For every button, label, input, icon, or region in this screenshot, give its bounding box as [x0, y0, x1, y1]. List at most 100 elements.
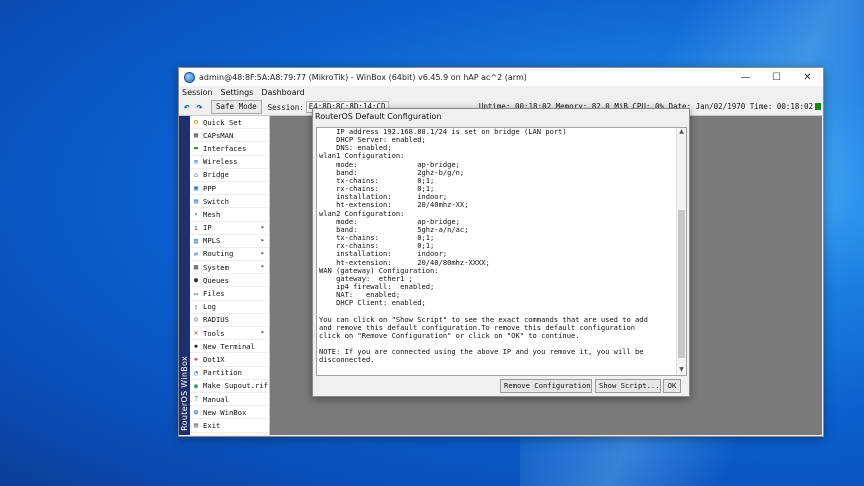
remove-configuration-button[interactable]: Remove Configuration	[500, 379, 592, 393]
sidebar-item-label: Log	[203, 302, 216, 312]
queues-icon: ●	[193, 276, 199, 285]
sidebar-item-label: PPP	[203, 183, 216, 193]
routing-icon: ⇄	[193, 249, 199, 258]
ip-icon: ı	[193, 223, 199, 232]
dialog-title: RouterOS Default Configuration	[315, 112, 442, 121]
sidebar-item-ppp[interactable]: ▣ PPP	[190, 182, 269, 196]
wireless-icon: ≋	[193, 157, 199, 166]
mesh-icon: ✦	[193, 210, 199, 219]
sidebar-item-label: New Terminal	[203, 341, 255, 351]
sidebar-item-label: Partition	[203, 368, 242, 378]
vertical-scrollbar[interactable]: ▲ ▼	[676, 128, 686, 375]
sidebar-item-switch[interactable]: ▤ Switch	[190, 195, 269, 209]
session-label: Session:	[267, 102, 304, 112]
window-title: admin@48:8F:5A:A8:79:77 (MikroTik) - Win…	[199, 72, 527, 82]
show-script-button[interactable]: Show Script...	[595, 379, 661, 393]
sidebar-item-ip[interactable]: ı IP ▸	[190, 222, 269, 235]
submenu-arrow-icon: ▸	[260, 248, 265, 257]
default-config-dialog: RouterOS Default Configuration IP addres…	[312, 108, 690, 397]
undo-icon[interactable]: ↶	[181, 102, 192, 113]
quick-set-icon: ⚙	[193, 118, 199, 127]
system-icon: ▩	[193, 263, 199, 272]
submenu-arrow-icon: ▸	[260, 328, 265, 336]
interfaces-icon: ▬	[193, 144, 199, 153]
sidebar-item-new-terminal[interactable]: ▪ New Terminal	[190, 340, 269, 354]
scroll-up-icon[interactable]: ▲	[677, 128, 686, 137]
winbox-app-icon	[184, 71, 195, 83]
capsman-icon: ▦	[193, 131, 199, 140]
scroll-down-icon[interactable]: ▼	[677, 366, 686, 375]
safe-mode-button[interactable]: Safe Mode	[211, 100, 262, 114]
sidebar-item-interfaces[interactable]: ▬ Interfaces	[190, 142, 269, 156]
sidebar-item-radius[interactable]: ☺ RADIUS	[190, 314, 269, 327]
sidebar-item-label: Tools	[203, 328, 225, 338]
new-winbox-icon: ◍	[193, 408, 199, 417]
submenu-arrow-icon: ▸	[260, 222, 265, 231]
sidebar-item-label: Dot1X	[203, 354, 225, 364]
supout-icon: ◉	[193, 381, 199, 390]
ok-button[interactable]: OK	[663, 379, 681, 393]
tools-icon: ✕	[193, 329, 199, 338]
files-icon: ▭	[193, 289, 199, 298]
sidebar-item-new-winbox[interactable]: ◍ New WinBox	[190, 406, 269, 420]
sidebar-item-exit[interactable]: ▤ Exit	[190, 419, 269, 433]
sidebar-item-files[interactable]: ▭ Files	[190, 287, 269, 301]
sidebar-item-label: Mesh	[203, 209, 221, 219]
menu-settings[interactable]: Settings	[221, 88, 254, 97]
sidebar-item-label: Switch	[203, 196, 229, 206]
sidebar-item-label: Wireless	[203, 157, 238, 167]
submenu-arrow-icon: ▸	[260, 262, 265, 271]
sidebar-item-label: RADIUS	[203, 315, 229, 325]
sidebar-item-label: Bridge	[203, 170, 229, 180]
title-bar[interactable]: admin@48:8F:5A:A8:79:77 (MikroTik) - Win…	[179, 68, 823, 86]
sidebar-item-label: IP	[203, 223, 212, 233]
sidebar-item-tools[interactable]: ✕ Tools ▸	[190, 327, 269, 341]
sidebar-item-capsman[interactable]: ▦ CAPsMAN	[190, 129, 269, 143]
switch-icon: ▤	[193, 197, 199, 206]
brand-strip: RouterOS WinBox	[179, 116, 190, 435]
sidebar-item-quick-set[interactable]: ⚙ Quick Set	[190, 116, 269, 130]
config-text: IP address 192.168.88.1/24 is set on bri…	[319, 127, 648, 365]
sidebar-item-label: MPLS	[203, 236, 221, 246]
sidebar-item-label: Exit	[203, 420, 221, 430]
menu-bar: Session Settings Dashboard	[179, 86, 823, 99]
minimize-button[interactable]: —	[730, 68, 761, 86]
brand-strip-text: RouterOS WinBox	[180, 356, 189, 431]
terminal-icon: ▪	[193, 342, 199, 351]
menu-session[interactable]: Session	[182, 88, 213, 97]
partition-icon: ◔	[193, 368, 199, 377]
sidebar-item-make-supout-rif[interactable]: ◉ Make Supout.rif	[190, 380, 269, 393]
sidebar-item-queues[interactable]: ● Queues	[190, 274, 269, 288]
close-button[interactable]: ✕	[792, 68, 823, 86]
sidebar-item-mesh[interactable]: ✦ Mesh	[190, 208, 269, 222]
ppp-icon: ▣	[193, 184, 199, 193]
connection-status-indicator	[815, 103, 821, 110]
mpls-icon: ▥	[193, 236, 199, 245]
radius-icon: ☺	[193, 315, 199, 324]
maximize-button[interactable]: ☐	[761, 68, 792, 86]
sidebar-item-bridge[interactable]: ⌂ Bridge	[190, 169, 269, 182]
sidebar-item-label: Files	[203, 289, 225, 299]
sidebar-item-label: Interfaces	[203, 143, 247, 153]
sidebar-item-label: Routing	[203, 249, 234, 259]
sidebar-item-partition[interactable]: ◔ Partition	[190, 367, 269, 380]
sidebar-item-dot1x[interactable]: ✚ Dot1X	[190, 353, 269, 367]
sidebar-item-label: Manual	[203, 394, 229, 404]
sidebar-item-mpls[interactable]: ▥ MPLS ▸	[190, 235, 269, 248]
dot1x-icon: ✚	[193, 355, 199, 364]
sidebar-item-system[interactable]: ▩ System ▸	[190, 261, 269, 275]
bridge-icon: ⌂	[193, 170, 199, 179]
redo-icon[interactable]: ↷	[194, 102, 205, 113]
config-text-area[interactable]: IP address 192.168.88.1/24 is set on bri…	[316, 127, 687, 376]
sidebar-menu: ⚙ Quick Set ▦ CAPsMAN ▬ Interfaces ≋ Wireless ⌂ B…	[190, 116, 270, 435]
exit-icon: ▤	[193, 421, 199, 430]
scrollbar-thumb[interactable]	[678, 210, 685, 358]
sidebar-item-log[interactable]: ▯ Log	[190, 301, 269, 314]
log-icon: ▯	[193, 302, 199, 311]
menu-dashboard[interactable]: Dashboard	[261, 88, 304, 97]
sidebar-item-wireless[interactable]: ≋ Wireless	[190, 156, 269, 169]
submenu-arrow-icon: ▸	[260, 235, 265, 244]
sidebar-item-manual[interactable]: ? Manual	[190, 393, 269, 407]
sidebar-item-label: New WinBox	[203, 407, 247, 417]
sidebar-item-routing[interactable]: ⇄ Routing ▸	[190, 248, 269, 262]
